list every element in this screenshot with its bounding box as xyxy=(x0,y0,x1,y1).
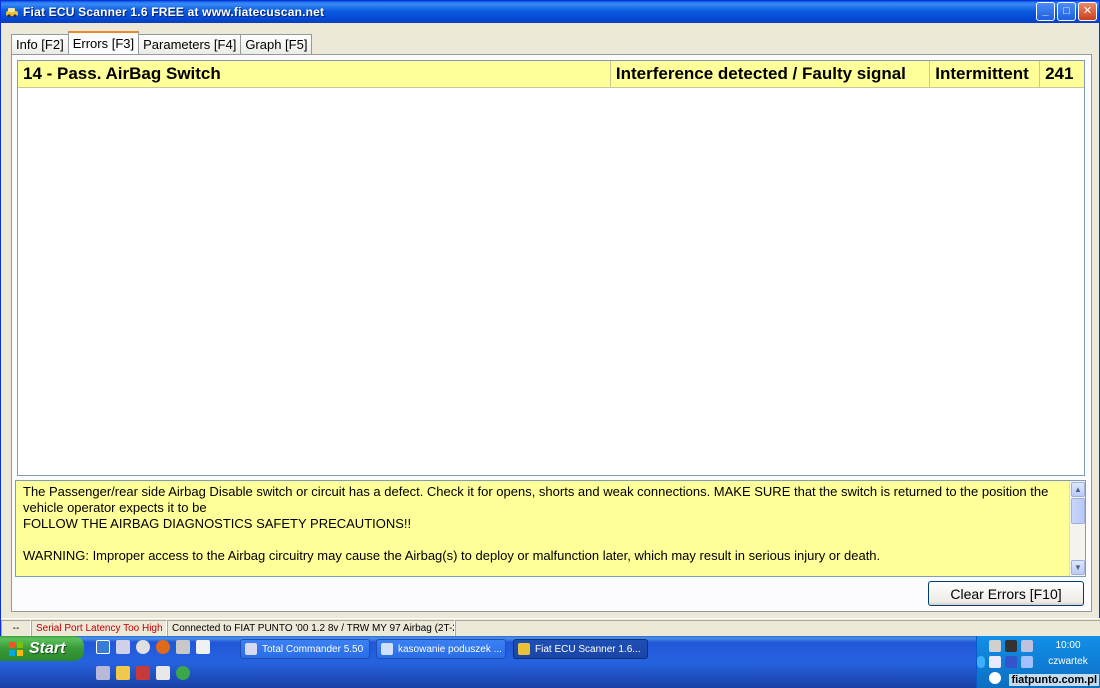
tray-network-icon[interactable] xyxy=(1005,640,1017,652)
windows-flag-icon xyxy=(8,641,24,657)
task-label: kasowanie poduszek ... xyxy=(398,643,502,655)
document-icon[interactable] xyxy=(196,640,210,654)
status-connection: Connected to FIAT PUNTO '00 1.2 8v / TRW… xyxy=(167,620,455,637)
status-panel-1: -- xyxy=(1,620,31,637)
scroll-up-icon[interactable]: ▲ xyxy=(1071,482,1085,497)
tab-errors[interactable]: Errors [F3] xyxy=(67,31,140,54)
error-row[interactable]: 14 - Pass. AirBag Switch Interference de… xyxy=(18,61,1084,88)
start-label: Start xyxy=(29,639,66,657)
tray-display-icon[interactable] xyxy=(989,656,1001,668)
status-panel-empty xyxy=(455,620,1100,637)
task-total-commander[interactable]: Total Commander 5.50 xyxy=(240,639,370,659)
windows-icon[interactable] xyxy=(156,666,170,680)
status-bar: -- Serial Port Latency Too High !! Conne… xyxy=(1,618,1100,637)
app-window: Fiat ECU Scanner 1.6 FREE at www.fiatecu… xyxy=(0,0,1100,637)
title-bar[interactable]: Fiat ECU Scanner 1.6 FREE at www.fiatecu… xyxy=(1,1,1099,23)
error-count: 241 xyxy=(1045,64,1074,83)
close-button[interactable]: ✕ xyxy=(1078,2,1097,21)
ie-icon[interactable] xyxy=(96,640,110,654)
quick-launch-row-1 xyxy=(96,640,210,654)
floppy-icon xyxy=(245,643,257,655)
clock-time[interactable]: 10:00 xyxy=(1043,640,1093,651)
tray-clock-icon[interactable] xyxy=(989,672,1001,684)
error-details-box[interactable]: The Passenger/rear side Airbag Disable s… xyxy=(15,480,1086,577)
status-latency-warning: Serial Port Latency Too High !! xyxy=(31,620,167,637)
window-controls: _ □ ✕ xyxy=(1036,2,1097,21)
firefox-icon[interactable] xyxy=(156,640,170,654)
details-line-2: FOLLOW THE AIRBAG DIAGNOSTICS SAFETY PRE… xyxy=(23,516,412,531)
window-title: Fiat ECU Scanner 1.6 FREE at www.fiatecu… xyxy=(23,5,325,19)
minimize-button[interactable]: _ xyxy=(1036,2,1055,21)
error-description: Interference detected / Faulty signal xyxy=(611,61,931,87)
globe-icon[interactable] xyxy=(176,666,190,680)
watermark: fiatpunto.com.pl xyxy=(1009,674,1099,686)
taskbar: Start Total Commander 5.50 kasowanie pod… xyxy=(0,636,1100,688)
details-spacer xyxy=(23,532,1067,548)
start-button[interactable]: Start xyxy=(0,636,84,661)
scroll-down-icon[interactable]: ▼ xyxy=(1071,560,1085,575)
printer-icon[interactable] xyxy=(176,640,190,654)
task-label: Total Commander 5.50 xyxy=(262,643,364,655)
task-label: Fiat ECU Scanner 1.6... xyxy=(535,643,641,655)
task-fiat-ecu-scanner[interactable]: Fiat ECU Scanner 1.6... xyxy=(513,639,648,659)
tab-parameters[interactable]: Parameters [F4] xyxy=(138,34,242,54)
error-details-text: The Passenger/rear side Airbag Disable s… xyxy=(23,484,1067,564)
media-icon[interactable] xyxy=(136,640,150,654)
tray-shield-icon[interactable] xyxy=(1005,656,1017,668)
tray-volume-icon[interactable] xyxy=(1021,656,1033,668)
clear-errors-button[interactable]: Clear Errors [F10] xyxy=(928,581,1084,606)
tab-info[interactable]: Info [F2] xyxy=(11,34,69,54)
error-list[interactable]: 14 - Pass. AirBag Switch Interference de… xyxy=(17,60,1085,476)
tab-graph[interactable]: Graph [F5] xyxy=(240,34,313,54)
folder-icon[interactable] xyxy=(116,666,130,680)
tray-monitor-icon[interactable] xyxy=(1021,640,1033,652)
error-code-name: 14 - Pass. AirBag Switch xyxy=(18,61,611,87)
disk-icon[interactable] xyxy=(116,640,130,654)
error-status: Intermittent xyxy=(930,61,1041,87)
tray-user-icon[interactable] xyxy=(989,640,1001,652)
notepad-icon[interactable] xyxy=(96,666,110,680)
quick-launch-row-2 xyxy=(96,666,190,680)
scroll-thumb[interactable] xyxy=(1071,498,1085,524)
tray-expand-icon[interactable] xyxy=(977,656,985,668)
clock-day: czwartek xyxy=(1048,656,1088,667)
details-line-3: WARNING: Improper access to the Airbag c… xyxy=(23,548,881,563)
car-app-icon xyxy=(5,5,19,19)
car-app-icon xyxy=(518,643,530,655)
details-line-1: The Passenger/rear side Airbag Disable s… xyxy=(23,484,1052,515)
task-kasowanie[interactable]: kasowanie poduszek ... xyxy=(376,639,506,659)
maximize-button[interactable]: □ xyxy=(1057,2,1076,21)
tab-strip: Info [F2] Errors [F3] Parameters [F4] Gr… xyxy=(11,31,313,54)
uk-flag-icon[interactable] xyxy=(136,666,150,680)
details-scrollbar[interactable]: ▲ ▼ xyxy=(1069,481,1085,576)
document-icon xyxy=(381,643,393,655)
